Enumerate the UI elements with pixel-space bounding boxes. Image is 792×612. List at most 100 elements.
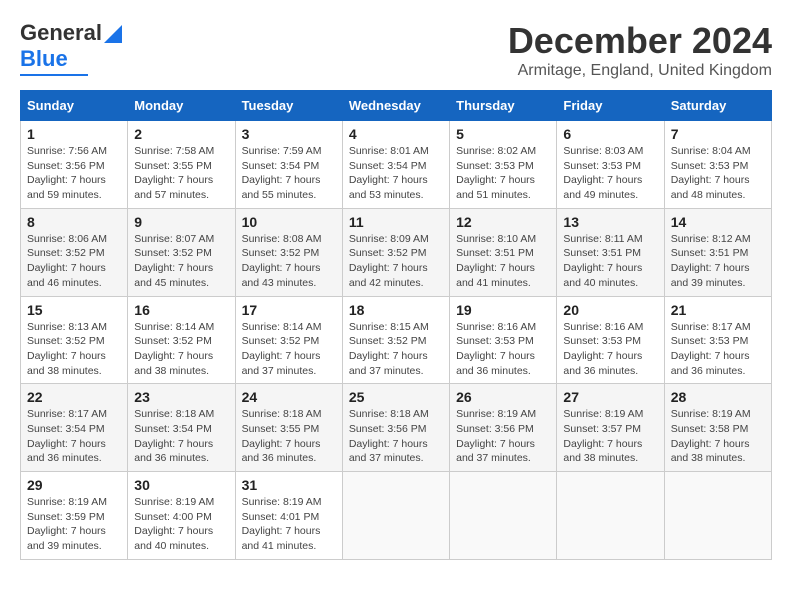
sunset-time: Sunset: 3:52 PM: [27, 335, 105, 347]
sunset-time: Sunset: 3:51 PM: [456, 247, 534, 259]
day-info: Sunrise: 8:19 AM Sunset: 3:58 PM Dayligh…: [671, 407, 765, 466]
sunrise-time: Sunrise: 8:19 AM: [563, 408, 643, 420]
sunrise-time: Sunrise: 8:08 AM: [242, 233, 322, 245]
calendar-week-row: 15 Sunrise: 8:13 AM Sunset: 3:52 PM Dayl…: [21, 296, 772, 384]
sunrise-time: Sunrise: 8:16 AM: [563, 321, 643, 333]
day-number: 24: [242, 389, 336, 405]
calendar-header-row: SundayMondayTuesdayWednesdayThursdayFrid…: [21, 91, 772, 121]
calendar-day-cell: 15 Sunrise: 8:13 AM Sunset: 3:52 PM Dayl…: [21, 296, 128, 384]
calendar-day-cell: 5 Sunrise: 8:02 AM Sunset: 3:53 PM Dayli…: [450, 121, 557, 209]
calendar-week-row: 22 Sunrise: 8:17 AM Sunset: 3:54 PM Dayl…: [21, 384, 772, 472]
calendar-day-cell: 26 Sunrise: 8:19 AM Sunset: 3:56 PM Dayl…: [450, 384, 557, 472]
day-info: Sunrise: 8:17 AM Sunset: 3:53 PM Dayligh…: [671, 320, 765, 379]
sunset-time: Sunset: 3:51 PM: [563, 247, 641, 259]
sunrise-time: Sunrise: 8:04 AM: [671, 145, 751, 157]
daylight-hours: Daylight: 7 hours and 38 minutes.: [134, 350, 213, 377]
calendar-day-cell: 18 Sunrise: 8:15 AM Sunset: 3:52 PM Dayl…: [342, 296, 449, 384]
sunrise-time: Sunrise: 8:19 AM: [242, 496, 322, 508]
day-number: 15: [27, 302, 121, 318]
sunrise-time: Sunrise: 8:17 AM: [27, 408, 107, 420]
daylight-hours: Daylight: 7 hours and 37 minutes.: [242, 350, 321, 377]
sunrise-time: Sunrise: 8:10 AM: [456, 233, 536, 245]
logo-arrow-icon: [104, 25, 122, 43]
calendar-day-cell: 2 Sunrise: 7:58 AM Sunset: 3:55 PM Dayli…: [128, 121, 235, 209]
calendar-day-cell: [664, 472, 771, 560]
calendar-day-cell: 27 Sunrise: 8:19 AM Sunset: 3:57 PM Dayl…: [557, 384, 664, 472]
sunset-time: Sunset: 3:54 PM: [349, 160, 427, 172]
sunset-time: Sunset: 3:52 PM: [349, 335, 427, 347]
day-number: 11: [349, 214, 443, 230]
calendar-day-cell: 9 Sunrise: 8:07 AM Sunset: 3:52 PM Dayli…: [128, 208, 235, 296]
location-subtitle: Armitage, England, United Kingdom: [508, 62, 772, 80]
day-info: Sunrise: 8:04 AM Sunset: 3:53 PM Dayligh…: [671, 144, 765, 203]
sunrise-time: Sunrise: 8:17 AM: [671, 321, 751, 333]
day-number: 22: [27, 389, 121, 405]
calendar-day-cell: 3 Sunrise: 7:59 AM Sunset: 3:54 PM Dayli…: [235, 121, 342, 209]
day-info: Sunrise: 8:03 AM Sunset: 3:53 PM Dayligh…: [563, 144, 657, 203]
day-number: 29: [27, 477, 121, 493]
daylight-hours: Daylight: 7 hours and 40 minutes.: [134, 525, 213, 552]
sunset-time: Sunset: 3:52 PM: [134, 247, 212, 259]
day-number: 30: [134, 477, 228, 493]
day-info: Sunrise: 8:09 AM Sunset: 3:52 PM Dayligh…: [349, 232, 443, 291]
day-info: Sunrise: 8:01 AM Sunset: 3:54 PM Dayligh…: [349, 144, 443, 203]
sunrise-time: Sunrise: 8:16 AM: [456, 321, 536, 333]
day-info: Sunrise: 8:16 AM Sunset: 3:53 PM Dayligh…: [456, 320, 550, 379]
logo: General Blue: [20, 20, 122, 76]
calendar-day-cell: [557, 472, 664, 560]
sunset-time: Sunset: 3:53 PM: [563, 335, 641, 347]
sunrise-time: Sunrise: 8:02 AM: [456, 145, 536, 157]
day-number: 27: [563, 389, 657, 405]
sunset-time: Sunset: 3:55 PM: [242, 423, 320, 435]
daylight-hours: Daylight: 7 hours and 40 minutes.: [563, 262, 642, 289]
day-info: Sunrise: 8:19 AM Sunset: 3:57 PM Dayligh…: [563, 407, 657, 466]
calendar-day-cell: 16 Sunrise: 8:14 AM Sunset: 3:52 PM Dayl…: [128, 296, 235, 384]
sunset-time: Sunset: 4:01 PM: [242, 511, 320, 523]
daylight-hours: Daylight: 7 hours and 37 minutes.: [349, 438, 428, 465]
day-info: Sunrise: 8:18 AM Sunset: 3:56 PM Dayligh…: [349, 407, 443, 466]
calendar-day-cell: 14 Sunrise: 8:12 AM Sunset: 3:51 PM Dayl…: [664, 208, 771, 296]
calendar-day-cell: 8 Sunrise: 8:06 AM Sunset: 3:52 PM Dayli…: [21, 208, 128, 296]
sunrise-time: Sunrise: 8:14 AM: [134, 321, 214, 333]
day-number: 4: [349, 126, 443, 142]
calendar-day-cell: [342, 472, 449, 560]
daylight-hours: Daylight: 7 hours and 51 minutes.: [456, 174, 535, 201]
day-number: 25: [349, 389, 443, 405]
day-number: 26: [456, 389, 550, 405]
month-title: December 2024: [508, 20, 772, 62]
calendar-day-cell: 10 Sunrise: 8:08 AM Sunset: 3:52 PM Dayl…: [235, 208, 342, 296]
daylight-hours: Daylight: 7 hours and 36 minutes.: [242, 438, 321, 465]
daylight-hours: Daylight: 7 hours and 45 minutes.: [134, 262, 213, 289]
day-of-week-header: Sunday: [21, 91, 128, 121]
day-info: Sunrise: 7:58 AM Sunset: 3:55 PM Dayligh…: [134, 144, 228, 203]
daylight-hours: Daylight: 7 hours and 38 minutes.: [27, 350, 106, 377]
day-info: Sunrise: 8:19 AM Sunset: 3:56 PM Dayligh…: [456, 407, 550, 466]
day-of-week-header: Friday: [557, 91, 664, 121]
day-info: Sunrise: 8:07 AM Sunset: 3:52 PM Dayligh…: [134, 232, 228, 291]
sunset-time: Sunset: 3:53 PM: [671, 160, 749, 172]
day-number: 18: [349, 302, 443, 318]
day-number: 6: [563, 126, 657, 142]
day-number: 23: [134, 389, 228, 405]
page-header: General Blue December 2024 Armitage, Eng…: [20, 20, 772, 80]
day-number: 8: [27, 214, 121, 230]
day-number: 31: [242, 477, 336, 493]
daylight-hours: Daylight: 7 hours and 46 minutes.: [27, 262, 106, 289]
day-info: Sunrise: 8:19 AM Sunset: 4:00 PM Dayligh…: [134, 495, 228, 554]
sunset-time: Sunset: 3:54 PM: [242, 160, 320, 172]
sunset-time: Sunset: 3:53 PM: [456, 160, 534, 172]
daylight-hours: Daylight: 7 hours and 37 minutes.: [349, 350, 428, 377]
calendar-day-cell: 7 Sunrise: 8:04 AM Sunset: 3:53 PM Dayli…: [664, 121, 771, 209]
sunrise-time: Sunrise: 8:06 AM: [27, 233, 107, 245]
daylight-hours: Daylight: 7 hours and 41 minutes.: [242, 525, 321, 552]
day-number: 2: [134, 126, 228, 142]
calendar-day-cell: 29 Sunrise: 8:19 AM Sunset: 3:59 PM Dayl…: [21, 472, 128, 560]
day-number: 12: [456, 214, 550, 230]
day-info: Sunrise: 8:15 AM Sunset: 3:52 PM Dayligh…: [349, 320, 443, 379]
sunrise-time: Sunrise: 8:19 AM: [456, 408, 536, 420]
sunrise-time: Sunrise: 7:58 AM: [134, 145, 214, 157]
sunrise-time: Sunrise: 8:19 AM: [671, 408, 751, 420]
calendar-day-cell: 17 Sunrise: 8:14 AM Sunset: 3:52 PM Dayl…: [235, 296, 342, 384]
day-number: 21: [671, 302, 765, 318]
day-info: Sunrise: 7:56 AM Sunset: 3:56 PM Dayligh…: [27, 144, 121, 203]
